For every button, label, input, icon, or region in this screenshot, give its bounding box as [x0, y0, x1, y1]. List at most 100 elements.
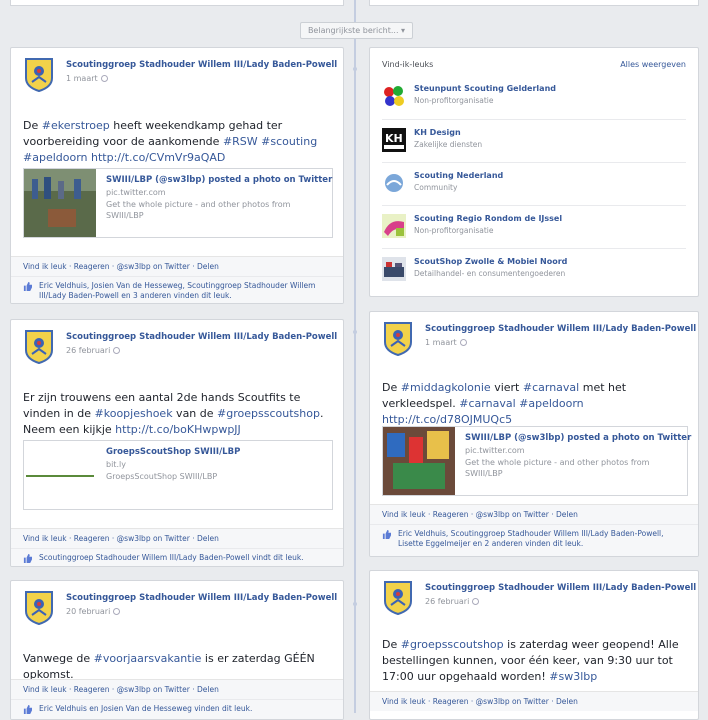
- hashtag-link[interactable]: #sw3lbp: [549, 670, 597, 683]
- hashtag-link[interactable]: #groepsscoutshop: [401, 638, 504, 651]
- link-description: GroepsScoutShop SWIII/LBP: [106, 472, 218, 481]
- stories-filter-dropdown[interactable]: Belangrijkste bericht... ▾: [300, 22, 413, 39]
- hashtag-link[interactable]: #scouting: [261, 135, 317, 148]
- hashtag-link[interactable]: #groepsscoutshop: [217, 407, 320, 420]
- page-logo-icon[interactable]: KH: [382, 128, 406, 152]
- twitter-link[interactable]: @sw3lbp on Twitter: [476, 697, 549, 706]
- comment-link[interactable]: Reageren: [433, 510, 469, 519]
- page-shield-icon[interactable]: [384, 581, 412, 615]
- page-shield-icon[interactable]: [25, 58, 53, 92]
- hashtag-link[interactable]: #koopjeshoek: [95, 407, 173, 420]
- page-logo-icon[interactable]: [382, 257, 406, 281]
- share-link[interactable]: Delen: [197, 534, 219, 543]
- comment-link[interactable]: Reageren: [433, 697, 469, 706]
- post-header: Scoutinggroep Stadhouder Willem III/Lady…: [378, 579, 696, 623]
- hashtag-link[interactable]: #ekerstroep: [42, 119, 110, 132]
- likes-text[interactable]: Eric Veldhuis en Josien Van de Hesseweg …: [39, 704, 252, 713]
- page-shield-icon[interactable]: [25, 330, 53, 364]
- likes-text[interactable]: Eric Veldhuis, Scoutinggroep Stadhouder …: [398, 529, 664, 548]
- timeline-dot: [353, 602, 357, 606]
- post-date-text[interactable]: 1 maart: [425, 338, 457, 347]
- hashtag-link[interactable]: #middagkolonie: [401, 381, 491, 394]
- post-date[interactable]: 1 maart: [425, 338, 467, 347]
- liked-page-category: Detailhandel- en consumentengoederen: [414, 269, 566, 278]
- likes-text[interactable]: Scoutinggroep Stadhouder Willem III/Lady…: [39, 553, 304, 562]
- post-date[interactable]: 26 februari: [66, 346, 121, 355]
- post-date[interactable]: 20 februari: [66, 607, 121, 616]
- hashtag-link[interactable]: #apeldoorn: [519, 397, 584, 410]
- post-date[interactable]: 1 maart: [66, 74, 108, 83]
- link-description: Get the whole picture - and other photos…: [106, 200, 291, 220]
- liked-page-item[interactable]: Steunpunt Scouting Gelderland Non-profit…: [382, 76, 686, 119]
- hashtag-link[interactable]: #voorjaarsvakantie: [94, 652, 202, 665]
- timeline-spine: [354, 0, 356, 713]
- liked-page-item[interactable]: Scouting Regio Rondom de IJssel Non-prof…: [382, 205, 686, 248]
- hashtag-link[interactable]: #carnaval: [459, 397, 515, 410]
- post-date-text[interactable]: 26 februari: [66, 346, 110, 355]
- share-link[interactable]: Delen: [197, 685, 219, 694]
- twitter-link[interactable]: @sw3lbp on Twitter: [117, 534, 190, 543]
- link-preview[interactable]: SWIII/LBP (@sw3lbp) posted a photo on Tw…: [23, 168, 333, 238]
- post-author[interactable]: Scoutinggroep Stadhouder Willem III/Lady…: [425, 324, 696, 334]
- page-logo-icon[interactable]: [382, 214, 406, 238]
- liked-page-name[interactable]: ScoutShop Zwolle & Mobiel Noord: [414, 257, 567, 266]
- liked-page-item[interactable]: Scouting Nederland Community: [382, 162, 686, 205]
- comment-link[interactable]: Reageren: [74, 534, 110, 543]
- comment-link[interactable]: Reageren: [74, 685, 110, 694]
- twitter-link[interactable]: @sw3lbp on Twitter: [476, 510, 549, 519]
- post-author[interactable]: Scoutinggroep Stadhouder Willem III/Lady…: [66, 60, 337, 70]
- url-link[interactable]: http://t.co/boKHwpwpJJ: [115, 423, 241, 436]
- share-link[interactable]: Delen: [556, 697, 578, 706]
- see-all-link[interactable]: Alles weergeven: [620, 60, 686, 69]
- link-title[interactable]: SWIII/LBP (@sw3lbp) posted a photo on Tw…: [465, 433, 691, 443]
- link-thumbnail[interactable]: [24, 169, 96, 237]
- post-author[interactable]: Scoutinggroep Stadhouder Willem III/Lady…: [66, 332, 337, 342]
- comment-link[interactable]: Reageren: [74, 262, 110, 271]
- post-card: Scoutinggroep Stadhouder Willem III/Lady…: [369, 311, 699, 557]
- liked-page-name[interactable]: KH Design: [414, 128, 461, 137]
- thumbs-up-icon: [23, 554, 32, 563]
- post-date-text[interactable]: 26 februari: [425, 597, 469, 606]
- post-author[interactable]: Scoutinggroep Stadhouder Willem III/Lady…: [425, 583, 696, 593]
- url-link[interactable]: http://t.co/CVmVr9aQAD: [91, 151, 225, 164]
- share-link[interactable]: Delen: [197, 262, 219, 271]
- link-preview[interactable]: GroepsScoutShop SWIII/LBP bit.ly GroepsS…: [23, 440, 333, 510]
- liked-page-item[interactable]: ScoutShop Zwolle & Mobiel Noord Detailha…: [382, 248, 686, 291]
- post-actions: Vind ik leuk · Reageren · @sw3lbp on Twi…: [370, 504, 698, 524]
- url-link[interactable]: http://t.co/d78OJMUQc5: [382, 413, 512, 426]
- page-shield-icon[interactable]: [25, 591, 53, 625]
- thumbs-up-icon: [382, 530, 391, 539]
- page-shield-icon[interactable]: [384, 322, 412, 356]
- like-link[interactable]: Vind ik leuk: [23, 262, 67, 271]
- link-thumbnail[interactable]: [24, 441, 96, 509]
- page-logo-icon[interactable]: [382, 84, 406, 108]
- globe-icon: [472, 598, 480, 605]
- post-date-text[interactable]: 20 februari: [66, 607, 110, 616]
- link-source: pic.twitter.com: [465, 446, 525, 455]
- likes-text[interactable]: Eric Veldhuis, Josien Van de Hesseweg, S…: [39, 281, 315, 300]
- link-title[interactable]: GroepsScoutShop SWIII/LBP: [106, 447, 240, 457]
- page-logo-icon[interactable]: [382, 171, 406, 195]
- like-link[interactable]: Vind ik leuk: [23, 534, 67, 543]
- liked-page-name[interactable]: Scouting Nederland: [414, 171, 503, 180]
- liked-page-name[interactable]: Scouting Regio Rondom de IJssel: [414, 214, 562, 223]
- globe-icon: [113, 347, 121, 354]
- share-link[interactable]: Delen: [556, 510, 578, 519]
- like-link[interactable]: Vind ik leuk: [382, 510, 426, 519]
- hashtag-link[interactable]: #apeldoorn: [23, 151, 88, 164]
- twitter-link[interactable]: @sw3lbp on Twitter: [117, 685, 190, 694]
- like-link[interactable]: Vind ik leuk: [382, 697, 426, 706]
- hashtag-link[interactable]: #RSW: [223, 135, 258, 148]
- like-link[interactable]: Vind ik leuk: [23, 685, 67, 694]
- post-date[interactable]: 26 februari: [425, 597, 480, 606]
- hashtag-link[interactable]: #carnaval: [523, 381, 579, 394]
- twitter-link[interactable]: @sw3lbp on Twitter: [117, 262, 190, 271]
- post-actions: Vind ik leuk · Reageren · @sw3lbp on Twi…: [370, 691, 698, 711]
- liked-page-item[interactable]: KH KH Design Zakelijke diensten: [382, 119, 686, 162]
- liked-page-name[interactable]: Steunpunt Scouting Gelderland: [414, 84, 556, 93]
- post-date-text[interactable]: 1 maart: [66, 74, 98, 83]
- post-author[interactable]: Scoutinggroep Stadhouder Willem III/Lady…: [66, 593, 337, 603]
- link-thumbnail[interactable]: [383, 427, 455, 495]
- link-preview[interactable]: SWIII/LBP (@sw3lbp) posted a photo on Tw…: [382, 426, 691, 496]
- link-title[interactable]: SWIII/LBP (@sw3lbp) posted a photo on Tw…: [106, 175, 332, 185]
